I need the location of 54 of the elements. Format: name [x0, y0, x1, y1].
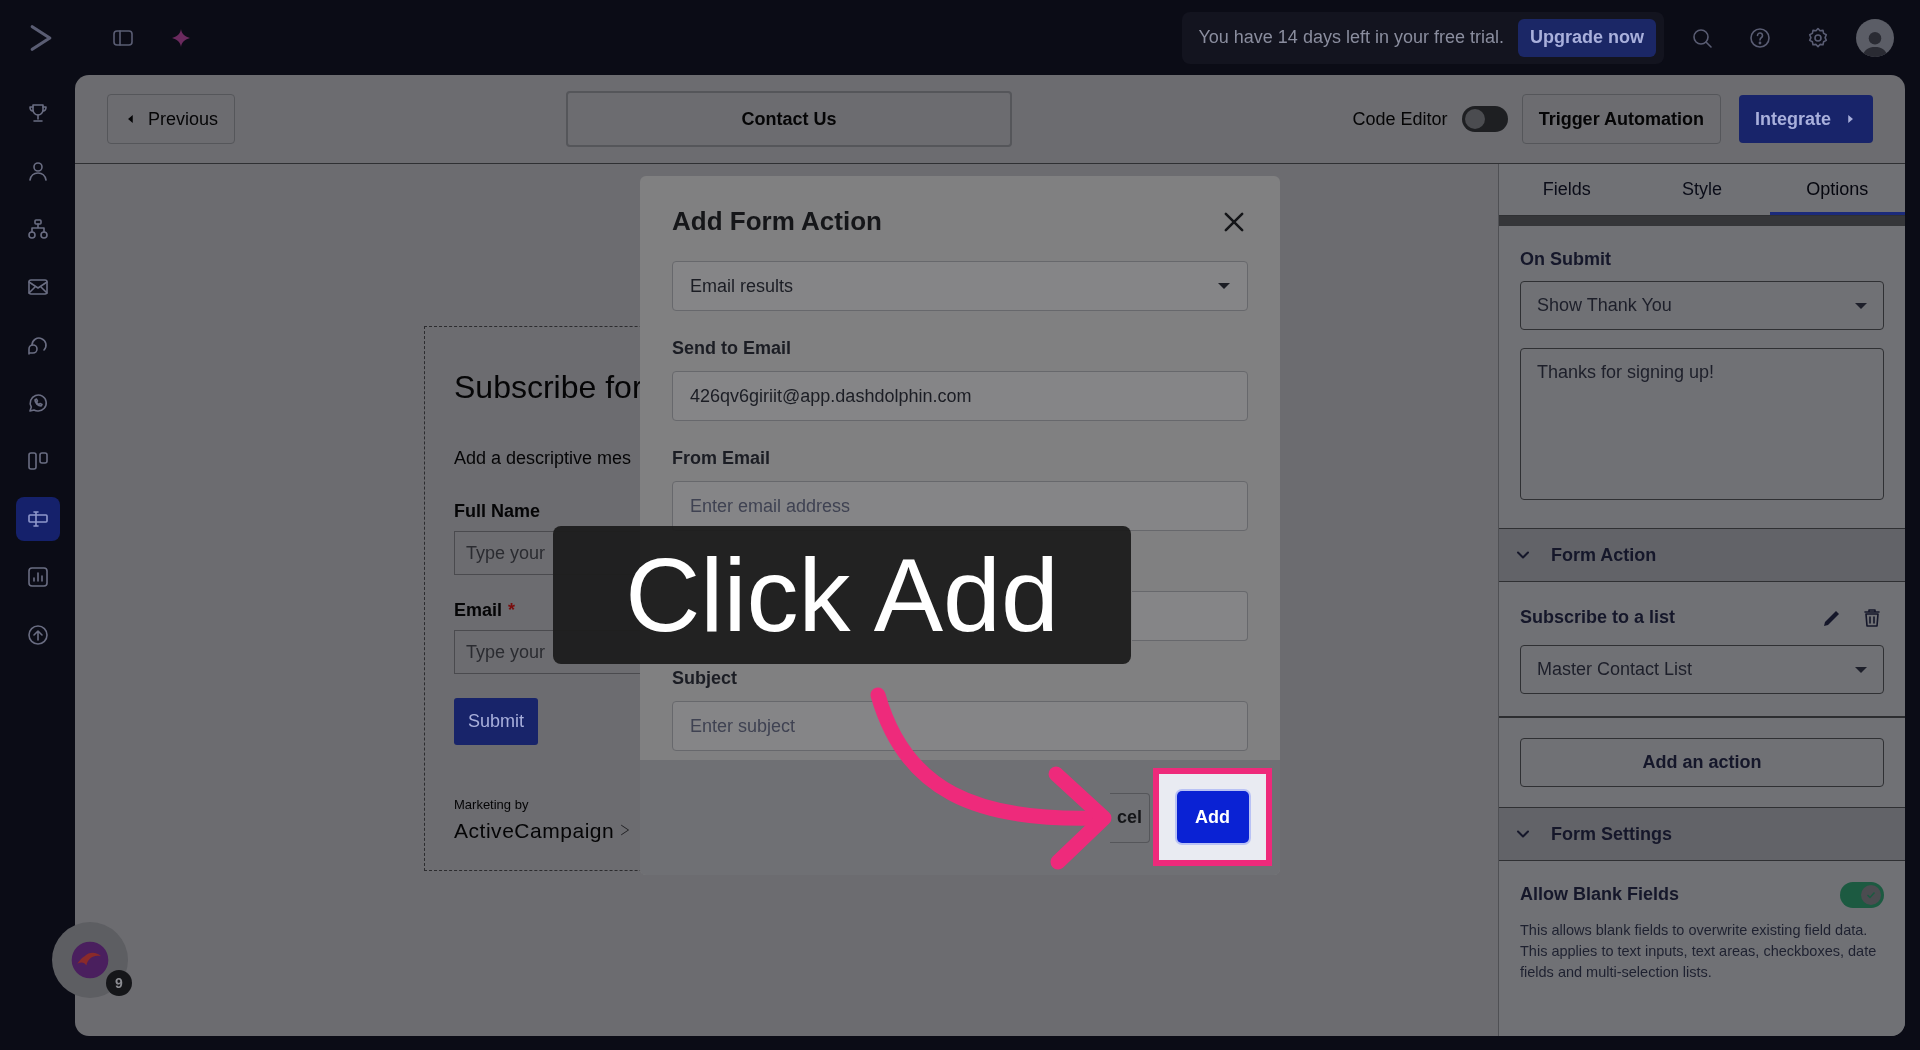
- form-description: Add a descriptive mes: [454, 447, 632, 470]
- field-label: Send to Email: [672, 337, 792, 360]
- action-type-select[interactable]: Email results: [672, 261, 1248, 311]
- form-name-field[interactable]: Contact Us: [566, 91, 1013, 147]
- input-field[interactable]: Enter subject: [672, 701, 1248, 751]
- caret-down-icon: [1218, 283, 1230, 289]
- brand-name: ActiveCampaign: [454, 817, 615, 844]
- code-editor-label: Code Editor: [1352, 107, 1448, 131]
- previous-button[interactable]: Previous: [107, 94, 236, 144]
- caret-down-icon: [1855, 302, 1867, 309]
- form-title: Subscribe for: [454, 368, 643, 407]
- cancel-button[interactable]: cel: [1110, 792, 1150, 843]
- panel-tab[interactable]: Options: [1769, 164, 1905, 215]
- trigger-automation-button[interactable]: Trigger Automation: [1521, 94, 1721, 144]
- settings-icon[interactable]: [1806, 25, 1830, 50]
- bar-chart-icon: [25, 565, 50, 589]
- input-field[interactable]: [1132, 591, 1248, 641]
- input-field[interactable]: Enter email address: [672, 481, 1248, 531]
- on-submit-label: On Submit: [1520, 248, 1612, 271]
- input-field[interactable]: 426qv6giriit@app.dashdolphin.com: [672, 371, 1248, 421]
- add-button[interactable]: Add: [1176, 791, 1249, 843]
- section-header[interactable]: Form Action: [1499, 529, 1905, 582]
- hierarchy-icon: [25, 217, 50, 241]
- panel-tab[interactable]: Style: [1634, 164, 1770, 215]
- columns-icon: [25, 449, 50, 473]
- help-text: This allows blank fields to overwrite existing field data. This applies to text inputs, text areas, checkboxes, date fields and multi-selection lists.: [1520, 921, 1878, 982]
- integrate-button[interactable]: Integrate: [1738, 95, 1873, 143]
- code-editor-toggle[interactable]: [1461, 106, 1508, 132]
- allow-blank-label: Allow Blank Fields: [1520, 883, 1680, 906]
- marketing-by-text: Marketing by: [454, 796, 529, 814]
- tooltip-text: Click Add: [625, 543, 1059, 647]
- required-mark: *: [508, 599, 516, 622]
- user-avatar[interactable]: [1856, 18, 1894, 57]
- help-icon[interactable]: [1748, 25, 1772, 50]
- submit-button[interactable]: Submit: [454, 698, 538, 745]
- upgrade-button[interactable]: Upgrade now: [1518, 18, 1656, 57]
- caret-down-icon: [1855, 666, 1867, 673]
- field-label: Subject: [672, 667, 737, 690]
- add-action-button[interactable]: Add an action: [1520, 738, 1884, 787]
- field-label: Full Name: [454, 500, 541, 523]
- trial-text: You have 14 days left in your free trial.: [1198, 26, 1504, 49]
- modal-title: Add Form Action: [672, 205, 882, 238]
- on-submit-select[interactable]: Show Thank You: [1520, 281, 1884, 330]
- allow-blank-toggle[interactable]: [1840, 881, 1884, 908]
- panel-tab[interactable]: Fields: [1499, 164, 1635, 215]
- upload-icon: [25, 623, 50, 647]
- field-label: Email: [454, 599, 503, 622]
- thank-you-textarea[interactable]: Thanks for signing up!: [1520, 348, 1884, 500]
- notification-badge: 9: [106, 970, 132, 996]
- list-select[interactable]: Master Contact List: [1520, 645, 1884, 694]
- action-title: Subscribe to a list: [1520, 606, 1677, 629]
- field-label: From Email: [672, 447, 771, 470]
- section-header[interactable]: Form Settings: [1499, 808, 1905, 861]
- sidebar-item[interactable]: [15, 497, 60, 541]
